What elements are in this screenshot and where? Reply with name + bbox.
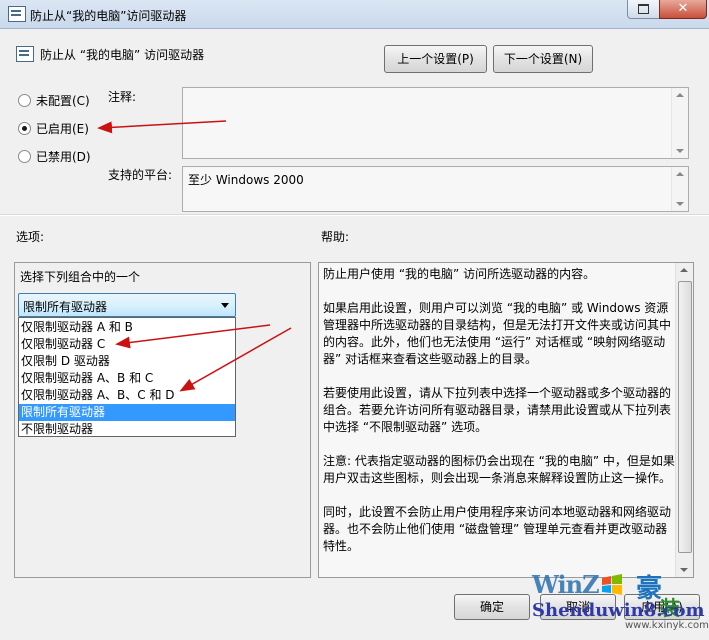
annotation-arrows [97,120,292,392]
annotation-arrow [179,327,292,392]
annotation-arrow [115,324,271,349]
annotation-arrow [97,120,227,134]
